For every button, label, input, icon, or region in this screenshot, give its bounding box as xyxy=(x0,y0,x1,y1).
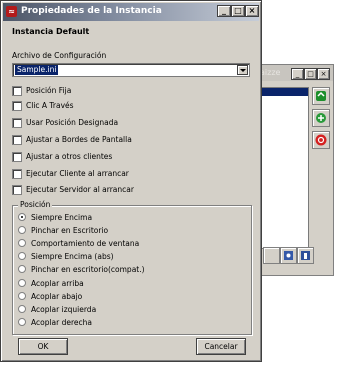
radio-button[interactable] xyxy=(18,305,26,313)
chevron-down-icon[interactable] xyxy=(237,65,248,75)
config-file-value: Sample.ini xyxy=(15,65,59,75)
refresh-green-icon[interactable] xyxy=(312,87,330,105)
radio-button[interactable] xyxy=(18,279,26,287)
radio-label: Acoplar izquierda xyxy=(31,305,97,314)
radio-label: Acoplar arriba xyxy=(31,279,84,288)
instance-heading: Instancia Default xyxy=(12,27,90,36)
background-close-button[interactable]: × xyxy=(317,68,330,80)
background-window-title: aizze xyxy=(260,68,281,77)
background-window[interactable]: aizze _ □ × xyxy=(256,64,334,276)
info-icon-svg xyxy=(301,251,310,260)
refresh-green-icon-svg xyxy=(316,91,326,101)
dialog-titlebar[interactable]: ≈ Propiedades de la Instancia _ □ × xyxy=(3,3,259,21)
minimize-button[interactable]: _ xyxy=(217,5,231,17)
checkbox-label: Usar Posición Designada xyxy=(26,118,119,127)
checkbox-box[interactable] xyxy=(12,152,22,162)
radio-label: Siempre Encima (abs) xyxy=(31,252,114,261)
background-maximize-button[interactable]: □ xyxy=(304,68,317,80)
checkbox-label: Ejecutar Servidor al arrancar xyxy=(26,185,134,194)
checkbox-label: Ejecutar Cliente al arrancar xyxy=(26,169,129,178)
add-green-icon-svg xyxy=(316,113,326,123)
radio-label: Pinchar en escritorio(compat.) xyxy=(31,265,145,274)
config-file-label: Archivo de Configuración xyxy=(12,51,107,60)
checkbox-box[interactable] xyxy=(12,86,22,96)
checkbox-box[interactable] xyxy=(12,101,22,111)
position-group: Posición Siempre Encima Pinchar en Escri… xyxy=(12,200,252,335)
app-red-icon: ≈ xyxy=(6,6,17,17)
settings-icon[interactable] xyxy=(280,247,297,264)
position-group-title: Posición xyxy=(18,200,53,210)
checkbox-box[interactable] xyxy=(12,169,22,179)
checkbox-box[interactable] xyxy=(12,185,22,195)
radio-button-selected[interactable] xyxy=(18,213,26,221)
checkbox-label: Ajustar a Bordes de Pantalla xyxy=(26,135,132,144)
checkbox-box[interactable] xyxy=(12,118,22,128)
config-file-select[interactable]: Sample.ini xyxy=(12,63,250,77)
close-button[interactable]: × xyxy=(245,5,259,17)
checkbox-label: Clic A Través xyxy=(26,101,74,110)
background-window-titlebar[interactable]: aizze _ □ × xyxy=(257,65,333,81)
maximize-button[interactable]: □ xyxy=(231,5,245,17)
add-green-icon[interactable] xyxy=(312,109,330,127)
dialog-title: Propiedades de la Instancia xyxy=(21,6,162,16)
radio-label: Siempre Encima xyxy=(31,213,93,222)
radio-button[interactable] xyxy=(18,226,26,234)
tool-icon[interactable] xyxy=(263,247,280,264)
radio-button[interactable] xyxy=(18,292,26,300)
info-icon[interactable] xyxy=(297,247,314,264)
checkbox-label: Ajustar a otros clientes xyxy=(26,152,113,161)
radio-button[interactable] xyxy=(18,265,26,273)
radio-label: Acoplar derecha xyxy=(31,318,92,327)
radio-button[interactable] xyxy=(18,318,26,326)
radio-button[interactable] xyxy=(18,252,26,260)
remove-red-icon[interactable] xyxy=(312,131,330,149)
background-minimize-button[interactable]: _ xyxy=(291,68,304,80)
checkbox-box[interactable] xyxy=(12,135,22,145)
radio-label: Pinchar en Escritorio xyxy=(31,226,109,235)
remove-red-icon-svg xyxy=(315,134,327,146)
background-list[interactable] xyxy=(259,87,309,249)
screen: aizze _ □ × ≈ Propiedades de la Instanci… xyxy=(0,0,340,369)
settings-icon-svg xyxy=(284,251,293,260)
radio-label: Comportamiento de ventana xyxy=(31,239,140,248)
properties-dialog: ≈ Propiedades de la Instancia _ □ × Inst… xyxy=(0,0,262,362)
ok-button[interactable]: OK xyxy=(18,338,68,355)
radio-button[interactable] xyxy=(18,239,26,247)
background-list-selection xyxy=(260,88,308,96)
radio-label: Acoplar abajo xyxy=(31,292,83,301)
checkbox-label: Posición Fija xyxy=(26,86,72,95)
cancel-button[interactable]: Cancelar xyxy=(196,338,246,355)
